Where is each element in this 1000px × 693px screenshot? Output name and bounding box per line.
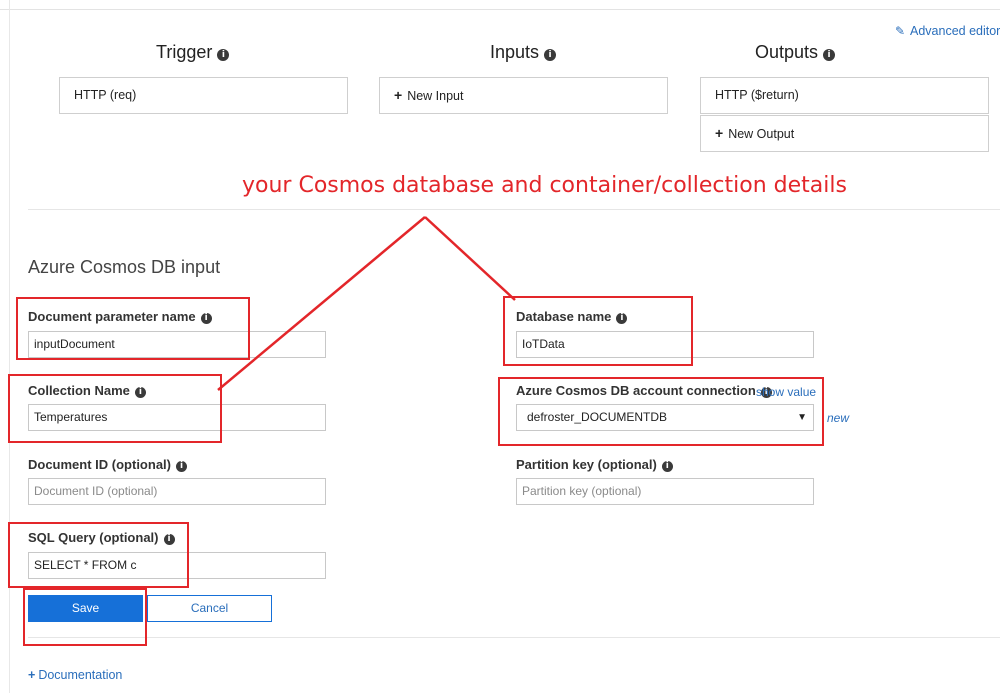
documentation-label: Documentation — [38, 668, 123, 682]
new-input-button[interactable]: + New Input — [379, 77, 668, 114]
new-input-label: New Input — [407, 89, 464, 103]
trigger-heading-text: Trigger — [156, 42, 213, 62]
annotation-box-document-param — [16, 297, 250, 360]
trigger-binding-http[interactable]: HTTP (req) — [59, 77, 348, 114]
partition-key-label-text: Partition key (optional) — [516, 457, 657, 472]
info-icon[interactable]: i — [217, 49, 230, 61]
annotation-box-connection — [498, 377, 824, 446]
inputs-heading: Inputs i — [490, 42, 557, 63]
annotation-box-sql — [8, 522, 189, 588]
trigger-heading: Trigger i — [156, 42, 230, 63]
cancel-button[interactable]: Cancel — [147, 595, 272, 622]
advanced-editor-link[interactable]: ✎ Advanced editor — [895, 24, 1000, 38]
new-connection-link[interactable]: new — [827, 411, 849, 425]
annotation-box-database — [503, 296, 693, 366]
arrow-line-to-database — [424, 216, 516, 301]
output-binding-http[interactable]: HTTP ($return) — [700, 77, 989, 114]
info-icon[interactable]: i — [661, 461, 673, 472]
divider — [28, 209, 1000, 210]
document-id-label-text: Document ID (optional) — [28, 457, 171, 472]
plus-icon: + — [394, 87, 403, 103]
edit-icon: ✎ — [895, 24, 906, 38]
partition-key-input[interactable]: Partition key (optional) — [516, 478, 814, 505]
annotation-text: your Cosmos database and container/colle… — [242, 173, 847, 198]
plus-icon: + — [715, 125, 724, 141]
document-id-input[interactable]: Document ID (optional) — [28, 478, 326, 505]
new-output-label: New Output — [728, 127, 795, 141]
annotation-box-collection — [8, 374, 222, 443]
outputs-heading: Outputs i — [755, 42, 836, 63]
inputs-heading-text: Inputs — [490, 42, 540, 62]
advanced-editor-label: Advanced editor — [910, 24, 1000, 38]
top-frame — [0, 0, 1000, 10]
document-id-label: Document ID (optional) i — [28, 457, 187, 472]
divider — [28, 637, 1000, 638]
info-icon[interactable]: i — [823, 49, 836, 61]
output-binding-label: HTTP ($return) — [715, 88, 799, 102]
documentation-link[interactable]: + Documentation — [28, 668, 122, 682]
info-icon[interactable]: i — [544, 49, 557, 61]
plus-icon: + — [28, 668, 36, 682]
section-title: Azure Cosmos DB input — [28, 257, 221, 277]
partition-key-label: Partition key (optional) i — [516, 457, 673, 472]
info-icon[interactable]: i — [176, 461, 187, 472]
annotation-box-save — [23, 588, 147, 646]
trigger-binding-label: HTTP (req) — [74, 88, 137, 102]
new-output-button[interactable]: + New Output — [700, 115, 989, 152]
left-frame — [0, 0, 10, 693]
outputs-heading-text: Outputs — [755, 42, 819, 62]
